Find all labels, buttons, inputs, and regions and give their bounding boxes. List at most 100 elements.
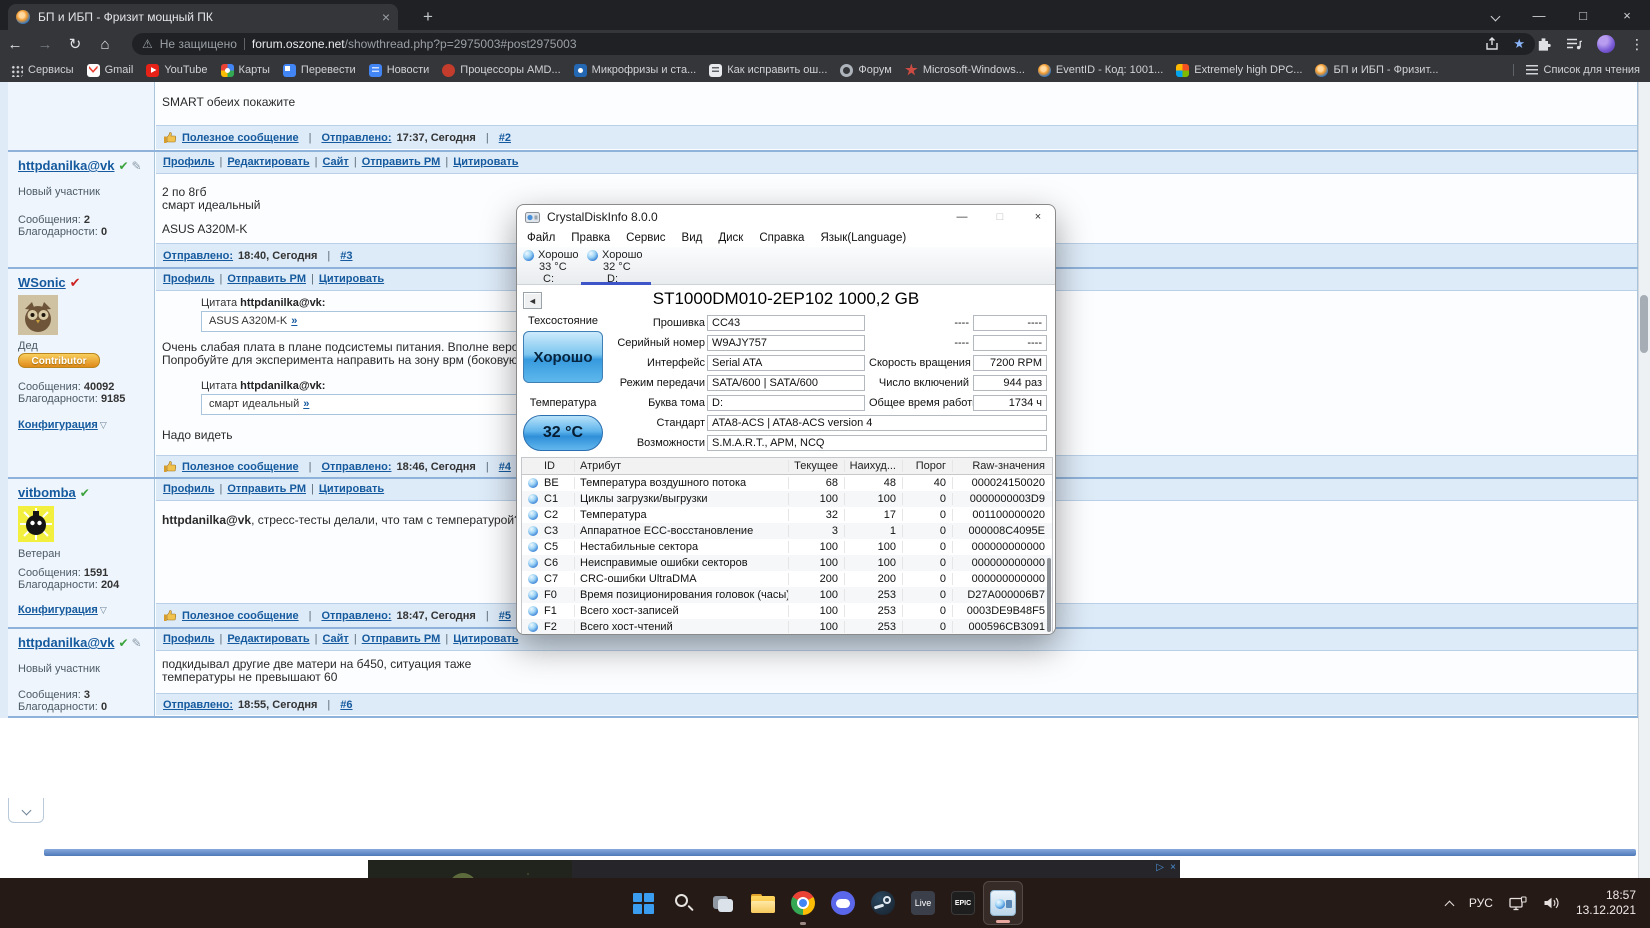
configuration-link[interactable]: Конфигурация — [18, 419, 98, 431]
close-button[interactable]: × — [1031, 211, 1045, 223]
send-pm-link[interactable]: Отправить PM — [227, 483, 306, 495]
smart-row[interactable]: F0 Время позиционирования головок (часы) 1… — [522, 587, 1052, 603]
window-minimize-button[interactable]: — — [1530, 8, 1548, 23]
bookmark-star-icon[interactable]: ★ — [1513, 36, 1525, 52]
useful-message-link[interactable]: Полезное сообщение — [182, 610, 299, 622]
steam-button[interactable] — [863, 878, 903, 928]
collapse-chevron-button[interactable] — [8, 798, 44, 823]
sent-link[interactable]: Отправлено: — [321, 461, 391, 473]
post-number-link[interactable]: #2 — [499, 132, 511, 144]
menu-file[interactable]: Файл — [519, 232, 563, 244]
quote-link[interactable]: Цитировать — [453, 633, 518, 645]
menu-help[interactable]: Справка — [751, 232, 812, 244]
forward-icon[interactable]: → — [30, 36, 60, 53]
tab-search-icon[interactable] — [1486, 8, 1504, 23]
bookmark-item[interactable]: БП и ИБП - Фризит... — [1315, 63, 1438, 77]
post-number-link[interactable]: #6 — [340, 699, 352, 711]
health-status-button[interactable]: Хорошо — [523, 331, 603, 383]
smart-row[interactable]: C3 Аппаратное ECC-восстановление 3 1 0 000008… — [522, 523, 1052, 539]
home-icon[interactable]: ⌂ — [90, 36, 120, 53]
start-button[interactable] — [623, 878, 663, 928]
quote-jump-link[interactable]: » — [303, 398, 309, 410]
task-view-button[interactable] — [703, 878, 743, 928]
post-number-link[interactable]: #4 — [499, 461, 511, 473]
scrollbar-thumb[interactable] — [1640, 295, 1648, 353]
bookmark-item[interactable]: YouTube — [146, 63, 208, 77]
bookmark-item[interactable]: Сервисы — [10, 63, 74, 77]
ad-close-icon[interactable]: × — [1170, 862, 1176, 874]
menu-disk[interactable]: Диск — [710, 232, 751, 244]
smart-row[interactable]: BE Температура воздушного потока 68 48 40 000… — [522, 475, 1052, 491]
site-link[interactable]: Сайт — [322, 633, 348, 645]
menu-view[interactable]: Вид — [674, 232, 711, 244]
profile-link[interactable]: Профиль — [163, 483, 214, 495]
bookmark-item[interactable]: Форум — [840, 63, 892, 77]
post-number-link[interactable]: #5 — [499, 610, 511, 622]
quote-jump-link[interactable]: » — [291, 315, 297, 327]
extensions-puzzle-icon[interactable] — [1536, 37, 1551, 52]
profile-link[interactable]: Профиль — [163, 156, 214, 168]
profile-link[interactable]: Профиль — [163, 633, 214, 645]
send-pm-link[interactable]: Отправить PM — [362, 633, 441, 645]
edit-link[interactable]: Редактировать — [227, 633, 309, 645]
send-pm-link[interactable]: Отправить PM — [227, 273, 306, 285]
new-tab-button[interactable]: + — [415, 4, 441, 30]
menu-edit[interactable]: Правка — [563, 232, 618, 244]
post-number-link[interactable]: #3 — [340, 250, 352, 262]
reading-list-button[interactable]: Список для чтения — [1512, 64, 1640, 76]
tray-chevron-up-icon[interactable] — [1444, 900, 1455, 910]
window-close-button[interactable]: × — [1618, 8, 1636, 23]
sent-link[interactable]: Отправлено: — [163, 250, 233, 262]
live-app-button[interactable]: Live — [903, 878, 943, 928]
bookmark-item[interactable]: Процессоры AMD... — [442, 63, 561, 77]
ad-choices-icon[interactable]: ▷ — [1156, 862, 1164, 874]
bookmark-item[interactable]: Gmail — [86, 63, 133, 77]
smart-row[interactable]: C6 Неисправимые ошибки секторов 100 100 0 000… — [522, 555, 1052, 571]
useful-message-link[interactable]: Полезное сообщение — [182, 461, 299, 473]
bookmark-item[interactable]: Новости — [368, 63, 429, 77]
smart-row[interactable]: C7 CRC-ошибки UltraDMA 200 200 0 000000000000 — [522, 571, 1052, 587]
username-link[interactable]: WSonic — [18, 275, 66, 290]
search-button[interactable] — [663, 878, 703, 928]
language-indicator[interactable]: РУС — [1469, 896, 1493, 910]
discord-button[interactable] — [823, 878, 863, 928]
profile-link[interactable]: Профиль — [163, 273, 214, 285]
edit-link[interactable]: Редактировать — [227, 156, 309, 168]
configuration-link[interactable]: Конфигурация — [18, 604, 98, 616]
drive-d[interactable]: Хорошо 32 °C D: — [587, 249, 643, 285]
bookmark-item[interactable]: Карты — [220, 63, 270, 77]
bookmark-item[interactable]: Микрофризы и ста... — [573, 63, 696, 77]
taskbar-clock[interactable]: 18:57 13.12.2021 — [1576, 888, 1636, 918]
volume-icon[interactable] — [1543, 896, 1560, 910]
bookmark-item[interactable]: EventID - Код: 1001... — [1037, 63, 1163, 77]
quote-link[interactable]: Цитировать — [453, 156, 518, 168]
sent-link[interactable]: Отправлено: — [163, 699, 233, 711]
bookmark-item[interactable]: Перевести — [282, 63, 356, 77]
menu-language[interactable]: Язык(Language) — [812, 232, 914, 244]
quote-link[interactable]: Цитировать — [319, 483, 384, 495]
security-label[interactable]: Не защищено — [160, 37, 237, 51]
media-list-icon[interactable] — [1566, 37, 1582, 51]
browser-tab[interactable]: БП и ИБП - Фризит мощный ПК × — [8, 4, 398, 30]
network-icon[interactable] — [1509, 895, 1527, 911]
bookmark-item[interactable]: Microsoft-Windows... — [905, 63, 1025, 77]
crystaldiskinfo-button[interactable] — [983, 881, 1023, 925]
smart-row[interactable]: F1 Всего хост-записей 100 253 0 0003DE9B48F5 — [522, 603, 1052, 619]
smart-row[interactable]: C5 Нестабильные сектора 100 100 0 00000000000… — [522, 539, 1052, 555]
username-link[interactable]: httpdanilka@vk — [18, 635, 114, 650]
username-link[interactable]: vitbomba — [18, 485, 76, 500]
reload-icon[interactable]: ↻ — [60, 35, 90, 53]
smart-row[interactable]: F2 Всего хост-чтений 100 253 0 000596CB3091 — [522, 619, 1052, 634]
table-scrollbar-thumb[interactable] — [1047, 558, 1051, 632]
back-icon[interactable]: ← — [0, 36, 30, 53]
quote-link[interactable]: Цитировать — [319, 273, 384, 285]
temperature-button[interactable]: 32 °C — [523, 415, 603, 451]
smart-row[interactable]: C2 Температура 32 17 0 001100000020 — [522, 507, 1052, 523]
bookmark-item[interactable]: Как исправить ош... — [709, 63, 827, 77]
share-icon[interactable] — [1485, 37, 1499, 51]
drive-c[interactable]: Хорошо 33 °C C: — [523, 249, 579, 285]
send-pm-link[interactable]: Отправить PM — [362, 156, 441, 168]
useful-message-link[interactable]: Полезное сообщение — [182, 132, 299, 144]
sent-link[interactable]: Отправлено: — [321, 610, 391, 622]
smart-row[interactable]: C1 Циклы загрузки/выгрузки 100 100 0 00000000… — [522, 491, 1052, 507]
